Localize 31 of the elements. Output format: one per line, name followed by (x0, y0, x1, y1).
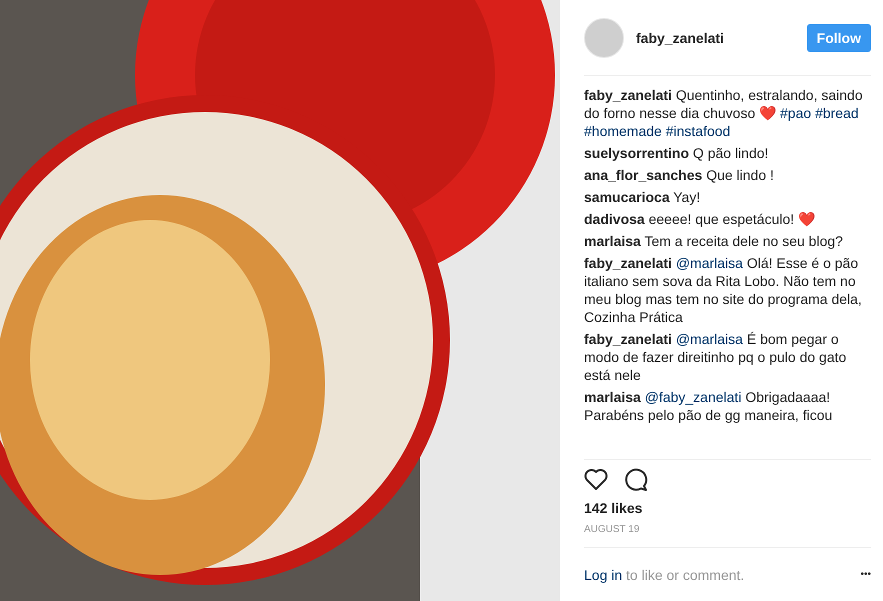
username-link[interactable]: faby_zanelati (584, 331, 672, 347)
comment: marlaisa @faby_zanelati Obrigadaaaa! Parabéns pelo pão de gg maneira, ficou (584, 388, 834, 424)
username[interactable]: faby_zanelati (636, 30, 795, 46)
login-link[interactable]: Log in (584, 566, 622, 582)
hashtag-link[interactable]: #homemade (584, 123, 662, 139)
post-date: AUGUST 19 (584, 524, 640, 535)
caption: faby_zanelati Quentinho, estralando, saindo do forno nesse dia chuvoso ❤ #pao #bread #homemade #instafood (584, 86, 864, 140)
username-link[interactable]: faby_zanelati (584, 255, 672, 271)
username-link[interactable]: faby_zanelati (584, 87, 672, 103)
username-link[interactable]: suelysorrentino (584, 145, 690, 161)
comment-icon[interactable] (624, 468, 648, 492)
mention-link[interactable]: @faby_zanelati (644, 389, 742, 405)
comment: ana_flor_sanches Que lindo ! (584, 166, 775, 184)
hashtag-link[interactable]: #pao (780, 105, 812, 121)
login-prompt: Log in to like or comment. (584, 566, 744, 582)
more-button[interactable]: ••• (860, 569, 871, 580)
comment: suelysorrentino Q pão lindo! (584, 144, 770, 162)
heart-icon[interactable] (584, 468, 608, 490)
comment: samucarioca Yay! (584, 188, 702, 206)
mention-link[interactable]: @marlaisa (676, 255, 743, 271)
comment: marlaisa Tem a receita dele no seu blog? (584, 232, 844, 250)
username-link[interactable]: marlaisa (584, 389, 641, 405)
hashtag-link[interactable]: #instafood (666, 123, 730, 139)
hashtag-link[interactable]: #bread (815, 105, 859, 121)
username-link[interactable]: samucarioca (584, 189, 670, 205)
comment: dadivosa eeeee! que espetáculo! ❤ (584, 210, 816, 228)
username-link[interactable]: ana_flor_sanches (584, 167, 702, 183)
username-link[interactable]: marlaisa (584, 233, 641, 249)
username-link[interactable]: dadivosa (584, 211, 645, 227)
mention-link[interactable]: @marlaisa (676, 331, 743, 347)
likes-count: 142 likes (584, 500, 644, 516)
